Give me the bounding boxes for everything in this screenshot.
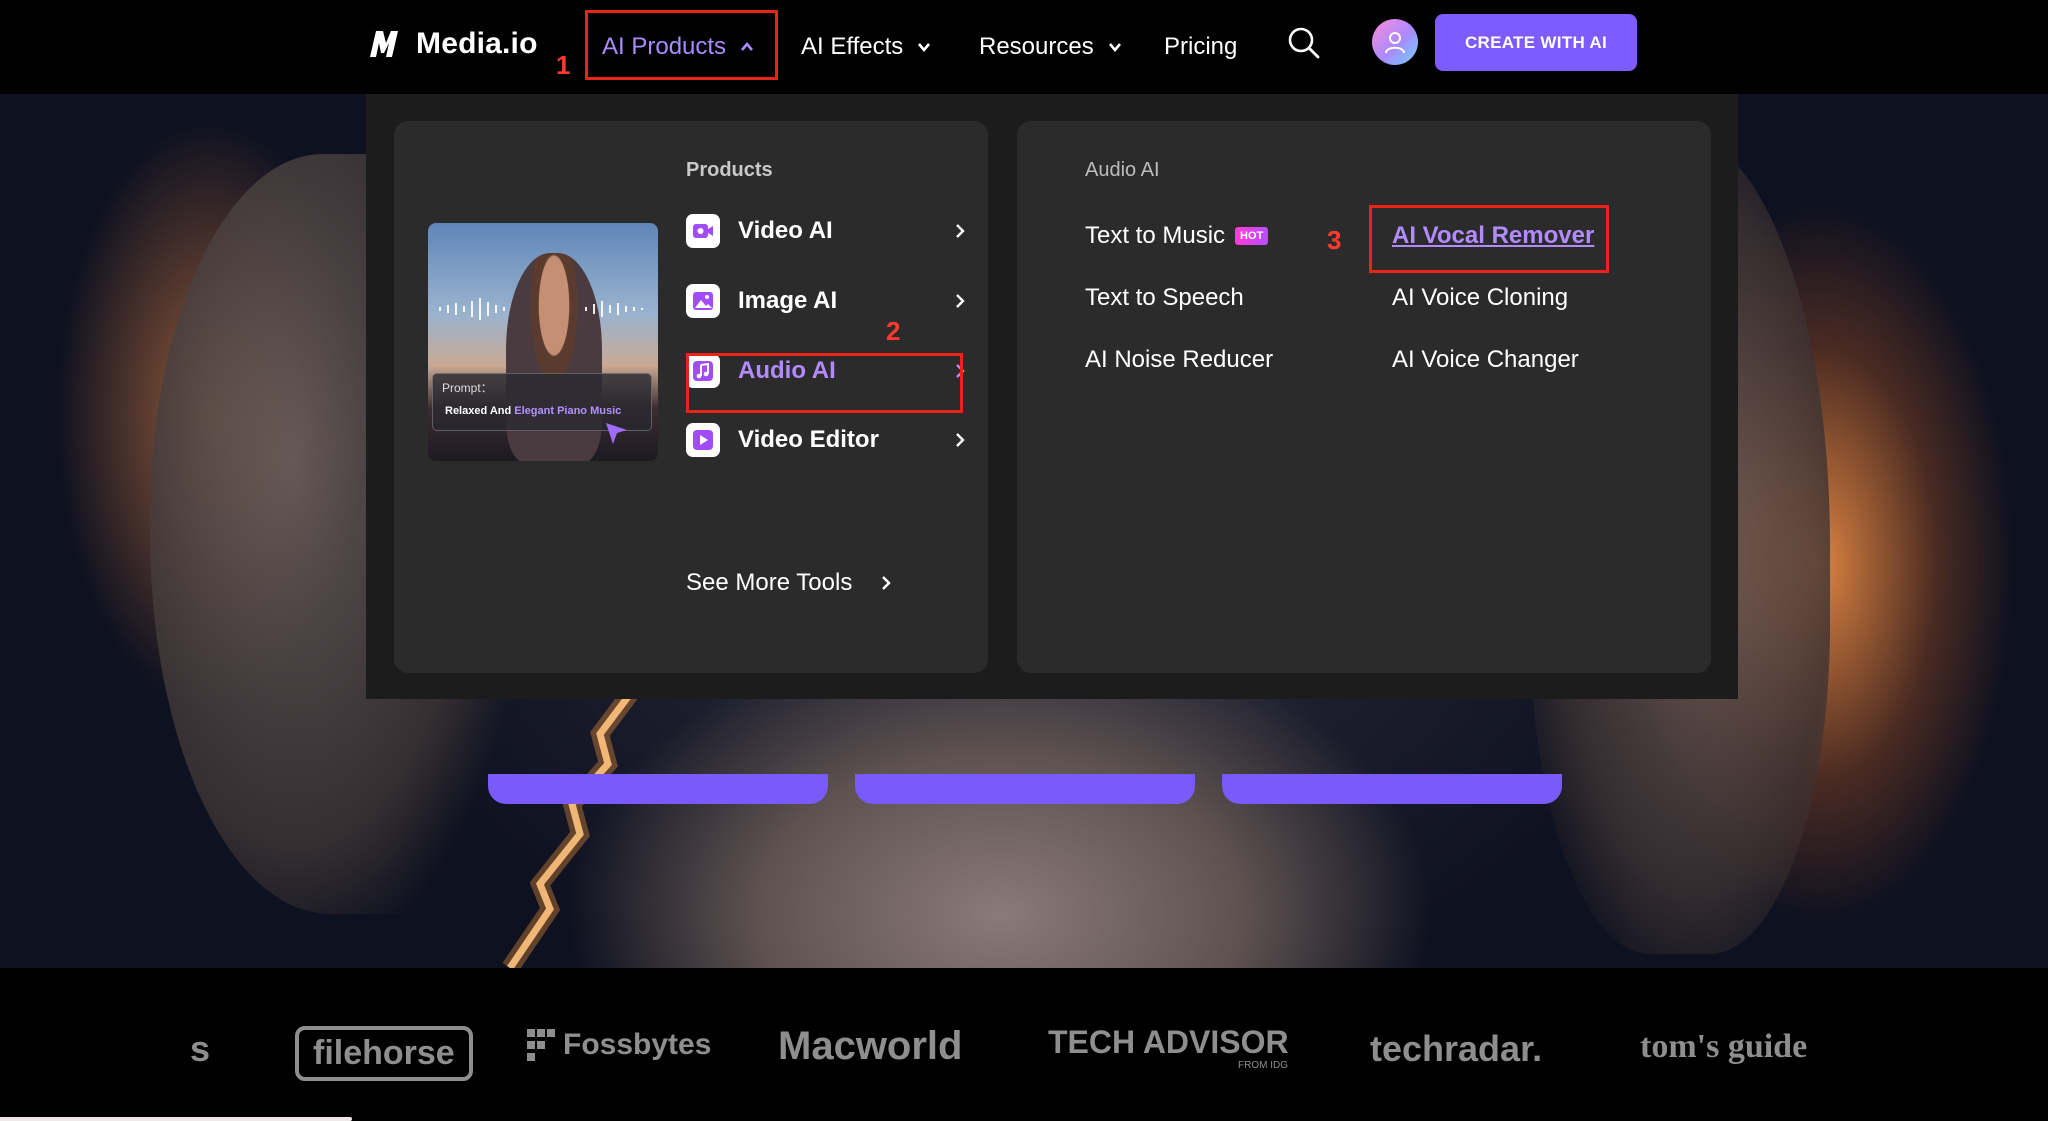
press-logo-fossbytes: Fossbytes — [527, 1028, 711, 1062]
hero-button-partial-3 — [1222, 774, 1562, 804]
nav-ai-products[interactable]: AI Products — [602, 22, 754, 72]
products-section-title: Products — [686, 159, 773, 181]
press-logo-macworld: Macworld — [778, 1024, 963, 1068]
media-io-logo-icon — [370, 31, 398, 57]
audio-ai-section-title: Audio AI — [1085, 159, 1160, 181]
chevron-right-icon — [956, 433, 965, 447]
tool-ai-voice-cloning[interactable]: AI Voice Cloning — [1392, 284, 1568, 312]
product-video-editor[interactable]: Video Editor — [686, 415, 976, 465]
tool-ai-vocal-remover-label: AI Vocal Remover — [1392, 222, 1595, 249]
ai-products-mega-menu: Prompt： Relaxed And Elegant Piano Music … — [366, 94, 1738, 699]
annotation-number-1: 1 — [556, 50, 571, 80]
chevron-up-icon — [741, 41, 754, 51]
product-video-ai-label: Video AI — [738, 217, 833, 244]
annotation-number-3: 3 — [1327, 225, 1342, 255]
chevron-right-icon — [956, 224, 965, 238]
press-logo-filehorse: filehorse — [295, 1026, 473, 1081]
lightning-image — [502, 694, 638, 968]
search-icon[interactable] — [1287, 26, 1321, 60]
user-avatar[interactable] — [1372, 19, 1418, 65]
tool-ai-noise-reducer-label: AI Noise Reducer — [1085, 346, 1274, 373]
tool-ai-voice-changer-label: AI Voice Changer — [1392, 346, 1579, 373]
page-load-progress-bar — [0, 1117, 352, 1121]
tool-text-to-music[interactable]: Text to Music HOT — [1085, 222, 1269, 250]
prompt-label: Prompt： — [442, 381, 493, 395]
video-ai-icon — [686, 214, 720, 248]
audio-ai-thumbnail: Prompt： Relaxed And Elegant Piano Music — [428, 223, 658, 461]
cursor-arrow-icon — [606, 423, 627, 444]
soundwave-icon — [439, 298, 643, 320]
fossbytes-text: Fossbytes — [563, 1028, 712, 1061]
user-icon — [1385, 32, 1405, 54]
products-panel: Prompt： Relaxed And Elegant Piano Music … — [394, 121, 988, 673]
nav-ai-products-label: AI Products — [602, 33, 727, 60]
see-more-tools-link[interactable]: See More Tools — [686, 563, 894, 603]
tool-ai-noise-reducer[interactable]: AI Noise Reducer — [1085, 346, 1273, 374]
product-video-ai[interactable]: Video AI — [686, 206, 976, 256]
nav-ai-effects[interactable]: AI Effects — [801, 22, 931, 72]
nav-resources[interactable]: Resources — [979, 22, 1122, 72]
chevron-right-icon — [956, 364, 965, 378]
product-image-ai[interactable]: Image AI — [686, 276, 976, 326]
prompt-text: Relaxed And Elegant Piano Music — [445, 405, 621, 417]
hero-button-partial-1 — [488, 774, 828, 804]
top-navigation: Media.io AI Products AI Effects Resource… — [0, 0, 2048, 94]
press-logo-tech-advisor: TECH ADVISOR FROM IDG — [1048, 1024, 1289, 1071]
audio-ai-icon — [686, 354, 720, 388]
tool-ai-voice-cloning-label: AI Voice Cloning — [1392, 284, 1569, 311]
tool-ai-voice-changer[interactable]: AI Voice Changer — [1392, 346, 1579, 374]
brand-name: Media.io — [416, 27, 538, 60]
prompt-text-highlight: Elegant Piano Music — [514, 405, 622, 417]
product-video-editor-label: Video Editor — [738, 426, 879, 453]
press-logo-partial: s — [190, 1028, 211, 1069]
tech-advisor-text: TECH ADVISOR — [1048, 1024, 1289, 1060]
product-image-ai-label: Image AI — [738, 287, 838, 314]
tool-text-to-speech-label: Text to Speech — [1085, 284, 1244, 311]
press-logo-techradar: techradar. — [1370, 1028, 1543, 1069]
video-editor-icon — [686, 423, 720, 457]
image-ai-icon — [686, 284, 720, 318]
brand-logo[interactable]: Media.io — [368, 24, 538, 64]
chevron-right-icon — [882, 576, 892, 590]
nav-ai-effects-label: AI Effects — [801, 33, 904, 60]
nav-pricing-label: Pricing — [1164, 33, 1238, 60]
chevron-down-icon — [1108, 43, 1121, 53]
product-audio-ai[interactable]: Audio AI — [686, 346, 976, 396]
see-more-tools-label: See More Tools — [686, 569, 853, 596]
nav-resources-label: Resources — [979, 33, 1094, 60]
chevron-down-icon — [918, 43, 931, 53]
prompt-text-part-1: Relaxed And — [445, 405, 515, 417]
hero-button-partial-2 — [855, 774, 1195, 804]
tool-text-to-music-label: Text to Music — [1085, 222, 1226, 249]
press-logo-toms-guide: tom's guide — [1640, 1028, 1808, 1065]
fossbytes-logo-icon — [527, 1029, 555, 1061]
chevron-right-icon — [956, 294, 965, 308]
press-logos-strip: s filehorse Fossbytes Macworld TECH ADVI… — [0, 968, 2048, 1121]
nav-pricing[interactable]: Pricing — [1164, 22, 1237, 72]
annotation-number-2: 2 — [886, 316, 901, 346]
hot-badge: HOT — [1235, 227, 1269, 245]
audio-ai-panel: Audio AI Text to Music HOT Text to Speec… — [1017, 121, 1711, 673]
tech-advisor-subtext: FROM IDG — [1238, 1060, 1288, 1071]
tool-ai-vocal-remover[interactable]: AI Vocal Remover — [1392, 222, 1594, 250]
tool-text-to-speech[interactable]: Text to Speech — [1085, 284, 1244, 312]
create-with-ai-button[interactable]: CREATE WITH AI — [1435, 14, 1637, 71]
product-audio-ai-label: Audio AI — [738, 357, 836, 384]
